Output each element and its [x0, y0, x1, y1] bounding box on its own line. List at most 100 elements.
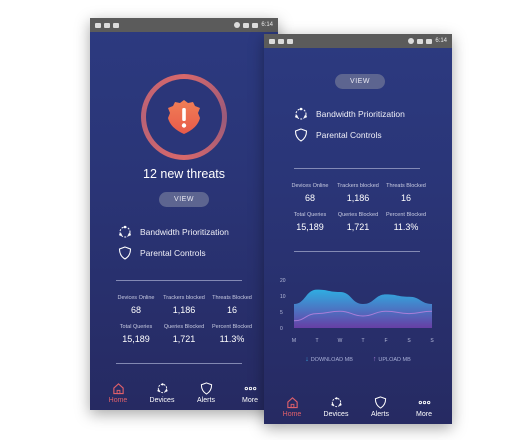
view-button[interactable]: VIEW: [159, 192, 209, 207]
stat-total-queries: Total Queries 15,189: [286, 212, 334, 232]
stat-devices-online: Devices Online 68: [112, 295, 160, 315]
x-tick-label: T: [315, 338, 318, 344]
stat-percent-blocked: Percent Blocked 11.3%: [382, 212, 430, 232]
nav-label: Alerts: [197, 397, 215, 404]
x-tick-label: S: [430, 338, 434, 344]
status-bar: 6:14: [264, 34, 452, 48]
x-tick-label: S: [407, 338, 411, 344]
feature-parental-controls[interactable]: Parental Controls: [118, 246, 206, 260]
x-tick-label: T: [361, 338, 364, 344]
stat-value: 68: [130, 305, 141, 315]
eye-icon: [234, 22, 241, 28]
notification-icon: [95, 22, 101, 28]
stat-value: 1,186: [172, 305, 196, 315]
stat-value: 1,721: [346, 222, 370, 232]
shield-icon: [374, 396, 386, 409]
stat-label: Queries Blocked: [163, 324, 205, 330]
stat-label: Trackers blocked: [163, 295, 205, 301]
stat-devices-online: Devices Online 68: [286, 183, 334, 203]
signal-icon: [417, 38, 424, 44]
nav-devices[interactable]: Devices: [143, 382, 181, 404]
divider: [294, 168, 420, 169]
stat-label: Queries Blocked: [337, 212, 379, 218]
battery-icon: [252, 22, 259, 28]
legend-label: DOWNLOAD MB: [310, 357, 353, 363]
more-icon: [418, 400, 430, 405]
stat-value: 15,189: [122, 334, 150, 344]
network-icon: [119, 225, 131, 238]
y-tick-label: 5: [280, 310, 283, 316]
stat-queries-blocked: Queries Blocked 1,721: [334, 212, 382, 232]
y-tick-label: 10: [280, 294, 286, 300]
download-area: [294, 289, 432, 328]
stat-value: 1,721: [172, 334, 196, 344]
bandwidth-chart-svg: 20 10 5 0 M T W T F S S: [280, 278, 434, 344]
stats-grid: Devices Online 68 Trackers blocked 1,186…: [286, 183, 430, 232]
shield-icon: [118, 246, 132, 260]
feature-bandwidth-prioritization[interactable]: Bandwidth Prioritization: [118, 225, 229, 239]
nav-home[interactable]: Home: [273, 396, 311, 418]
divider: [116, 280, 242, 281]
nav-label: Devices: [323, 411, 349, 418]
stat-trackers-blocked: Trackers blocked 1,186: [160, 295, 208, 315]
divider: [116, 363, 242, 364]
nav-label: More: [416, 411, 432, 418]
notification-icon: [269, 38, 275, 44]
legend-label: UPLOAD MB: [378, 357, 411, 363]
stats-grid: Devices Online 68 Trackers blocked 1,186…: [112, 295, 256, 344]
nav-label: Home: [108, 397, 128, 404]
stat-total-queries: Total Queries 15,189: [112, 324, 160, 344]
status-time: 6:14: [435, 38, 447, 44]
stat-percent-blocked: Percent Blocked 11.3%: [208, 324, 256, 344]
feature-bandwidth-prioritization[interactable]: Bandwidth Prioritization: [294, 107, 405, 121]
stat-value: 15,189: [296, 222, 324, 232]
stat-label: Trackers blocked: [337, 183, 379, 189]
y-tick-label: 0: [280, 326, 283, 332]
home-icon: [286, 397, 298, 409]
bottom-nav: Home Devices Alerts More: [90, 376, 278, 410]
y-tick-label: 20: [280, 278, 286, 284]
status-bar: 6:14: [90, 18, 278, 32]
status-time: 6:14: [261, 22, 273, 28]
home-icon: [112, 383, 124, 395]
bottom-nav: Home Devices Alerts More: [264, 390, 452, 424]
stat-value: 16: [226, 305, 237, 315]
more-icon: [244, 386, 256, 391]
bandwidth-chart: 20 10 5 0 M T W T F S S: [278, 274, 438, 346]
feature-parental-controls[interactable]: Parental Controls: [294, 128, 382, 142]
stat-value: 68: [304, 193, 315, 203]
stat-threats-blocked: Threats Blocked 16: [382, 183, 430, 203]
nav-label: Home: [282, 411, 302, 418]
nav-label: Alerts: [371, 411, 389, 418]
nav-devices[interactable]: Devices: [317, 396, 355, 418]
view-button[interactable]: VIEW: [335, 74, 385, 89]
network-icon: [295, 107, 307, 120]
feature-label: Parental Controls: [316, 130, 382, 140]
nav-alerts[interactable]: Alerts: [361, 396, 399, 418]
nav-alerts[interactable]: Alerts: [187, 382, 225, 404]
threat-count: 12 new threats: [143, 167, 225, 181]
feature-label: Parental Controls: [140, 248, 206, 258]
stat-value: 1,186: [346, 193, 370, 203]
stat-threats-blocked: Threats Blocked 16: [208, 295, 256, 315]
stat-value: 16: [400, 193, 411, 203]
divider: [294, 251, 420, 252]
legend-download: ↓ DOWNLOAD MB: [305, 356, 353, 363]
eye-icon: [408, 38, 415, 44]
nav-label: More: [242, 397, 258, 404]
nav-more[interactable]: More: [405, 396, 443, 418]
stat-label: Total Queries: [293, 212, 327, 218]
stat-label: Threats Blocked: [386, 183, 426, 189]
alert-shield-icon: [168, 100, 200, 134]
stat-trackers-blocked: Trackers blocked 1,186: [334, 183, 382, 203]
feature-label: Bandwidth Prioritization: [316, 109, 405, 119]
legend-upload: ↑ UPLOAD MB: [373, 356, 411, 363]
x-tick-label: M: [292, 338, 296, 344]
battery-icon: [426, 38, 433, 44]
threat-ring[interactable]: [141, 74, 227, 160]
nav-home[interactable]: Home: [99, 382, 137, 404]
stat-label: Devices Online: [117, 295, 155, 301]
stat-value: 11.3%: [393, 222, 419, 232]
chart-legend: ↓ DOWNLOAD MB ↑ UPLOAD MB: [264, 356, 452, 363]
wifi-icon: [278, 38, 284, 44]
